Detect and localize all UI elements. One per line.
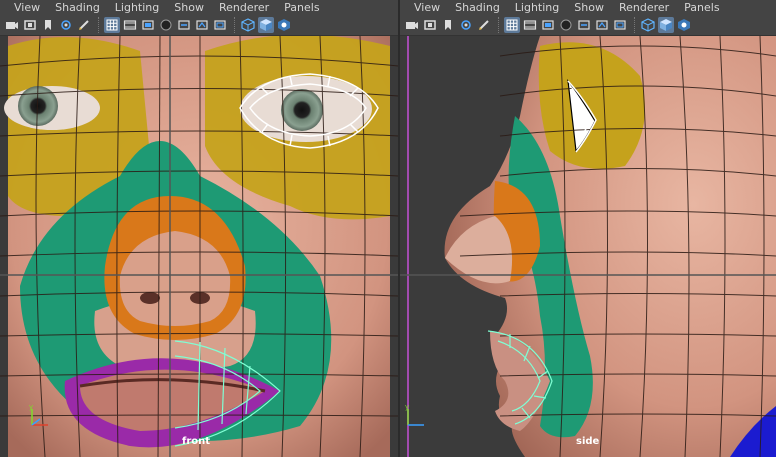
side-face-mesh [400, 36, 776, 457]
pivot-icon[interactable] [58, 17, 74, 33]
resolution-gate-icon[interactable] [540, 17, 556, 33]
svg-text:y: y [405, 403, 409, 411]
textured-icon[interactable] [276, 17, 292, 33]
pen-icon[interactable] [76, 17, 92, 33]
menu-lighting[interactable]: Lighting [115, 1, 159, 14]
menu-view[interactable]: View [414, 1, 440, 14]
toolbar-separator [634, 16, 636, 33]
menu-view[interactable]: View [14, 1, 40, 14]
panel-menubar: View Shading Lighting Show Renderer Pane… [400, 0, 776, 14]
camera-label-side: side [576, 436, 600, 447]
camera-icon[interactable] [404, 17, 420, 33]
resolution-gate-icon[interactable] [140, 17, 156, 33]
menu-show[interactable]: Show [174, 1, 204, 14]
front-viewport-panel[interactable]: View Shading Lighting Show Renderer Pane… [0, 0, 398, 457]
menu-panels[interactable]: Panels [684, 1, 719, 14]
pen-icon[interactable] [476, 17, 492, 33]
panel-toolbar [400, 14, 776, 36]
menu-lighting[interactable]: Lighting [515, 1, 559, 14]
safe-action-icon[interactable] [594, 17, 610, 33]
gate-mask-icon[interactable] [158, 17, 174, 33]
svg-text:y: y [29, 403, 33, 411]
camera-label-front: front [182, 436, 211, 447]
toolbar-separator [498, 16, 500, 33]
smooth-shaded-cube-icon[interactable] [258, 16, 274, 33]
toolbar-separator [234, 16, 236, 33]
pivot-icon[interactable] [458, 17, 474, 33]
side-viewport-panel[interactable]: View Shading Lighting Show Renderer Pane… [400, 0, 776, 457]
wireframe-cube-icon[interactable] [240, 17, 256, 33]
film-icon[interactable] [22, 17, 38, 33]
menu-shading[interactable]: Shading [455, 1, 500, 14]
safe-action-icon[interactable] [194, 17, 210, 33]
camera-icon[interactable] [4, 17, 20, 33]
wireframe-cube-icon[interactable] [640, 17, 656, 33]
front-viewport[interactable]: y front [0, 36, 398, 457]
panel-menubar: View Shading Lighting Show Renderer Pane… [0, 0, 398, 14]
menu-renderer[interactable]: Renderer [619, 1, 669, 14]
toolbar-separator [98, 16, 100, 33]
panel-toolbar [0, 14, 398, 36]
axis-gizmo: y [405, 403, 424, 426]
side-viewport[interactable]: y side [400, 36, 776, 457]
textured-icon[interactable] [676, 17, 692, 33]
axis-gizmo: y [29, 403, 48, 426]
film-gate-icon[interactable] [122, 17, 138, 33]
film-gate-icon[interactable] [522, 17, 538, 33]
front-face-mesh [0, 36, 398, 457]
bookmark-icon[interactable] [40, 17, 56, 33]
menu-panels[interactable]: Panels [284, 1, 319, 14]
safe-title-icon[interactable] [212, 17, 228, 33]
bookmark-icon[interactable] [440, 17, 456, 33]
menu-shading[interactable]: Shading [55, 1, 100, 14]
film-icon[interactable] [422, 17, 438, 33]
grid-icon[interactable] [504, 16, 520, 33]
menu-renderer[interactable]: Renderer [219, 1, 269, 14]
gate-mask-icon[interactable] [558, 17, 574, 33]
smooth-shaded-cube-icon[interactable] [658, 16, 674, 33]
menu-show[interactable]: Show [574, 1, 604, 14]
field-chart-icon[interactable] [176, 17, 192, 33]
grid-icon[interactable] [104, 16, 120, 33]
field-chart-icon[interactable] [576, 17, 592, 33]
safe-title-icon[interactable] [612, 17, 628, 33]
